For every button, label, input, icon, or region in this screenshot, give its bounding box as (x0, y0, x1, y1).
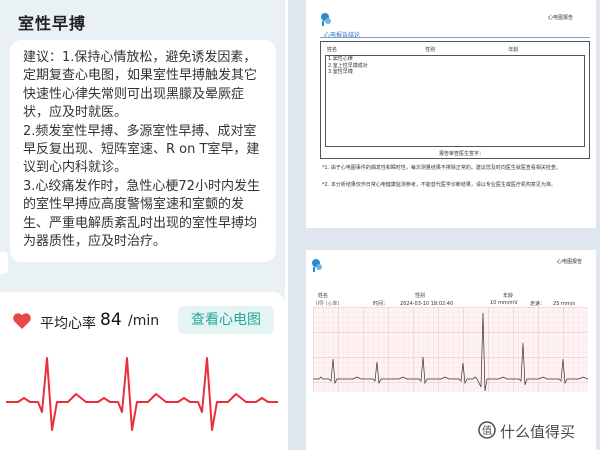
patient-fields: 姓名 性别 年龄 (327, 46, 518, 53)
ecg-lead-label: II导 (心率) (316, 301, 340, 307)
age-field-label: 年龄 (508, 47, 519, 53)
logo-icon (312, 259, 322, 272)
ecg-name-label: 姓名 (318, 293, 329, 299)
logo-icon (321, 13, 331, 26)
view-ecg-button[interactable]: 查看心电图 (178, 306, 274, 334)
conclusion-box: 姓名 性别 年龄 1.窦性心律 2.室上性早搏成对 3.室性早搏 报告审查医生签… (320, 41, 590, 159)
advice-paragraph-2: 2.频发室性早搏、多源室性早搏、成对室早反复出现、短阵室速、R on T室早，建… (23, 123, 260, 176)
ecg-age-label: 年龄 (503, 293, 514, 299)
ecg-speed: 走速： 25 mm/s (530, 300, 575, 307)
advice-paragraph-3: 3.心绞痛发作时，急性心梗72小时内发生的室性早搏应高度警惕室速和室颤的发生、严… (23, 178, 260, 250)
footnote-2: *2. 本分析结果仅作日常心电健康监测参考，不能替代医学诊断结果，请以专业医生或… (322, 182, 556, 188)
avg-heart-rate-value: 84 (100, 310, 122, 330)
report-header-label: 心电图报告 (548, 15, 574, 21)
heart-icon (13, 313, 31, 329)
avg-heart-rate-label: 平均心率 (40, 316, 96, 332)
ecg-gain: 10 mm/mV (490, 300, 518, 306)
advice-paragraph-1: 建议：1.保持心情放松，避免诱发因素，定期复查心电图，如果室性早搏触发其它快速性… (23, 50, 258, 121)
advice-card: 建议：1.保持心情放松，避免诱发因素，定期复查心电图，如果室性早搏触发其它快速性… (10, 40, 276, 262)
ecg-time-label: 时间： 2024-03-10 18:02:40 (373, 300, 453, 307)
ecg-gender-label: 性别 (415, 293, 426, 299)
footnote-1: *1. 由于心电图事件的偶发性和瞬时性，每次测量结果不排除正常的。建议您及时向医… (322, 165, 561, 171)
doctor-signature-label: 报告审查医生签字： (439, 151, 485, 157)
name-field-label: 姓名 (327, 47, 338, 53)
conclusion-item: 3.室性早搏 (328, 69, 353, 75)
scroll-handle[interactable] (0, 252, 8, 274)
ecg-strip (313, 307, 588, 392)
svg-text:值: 值 (482, 424, 492, 437)
watermark-text: 什么值得买 (500, 423, 576, 441)
ecg-waveform (6, 357, 278, 431)
ecg-header-label: 心电图报告 (557, 259, 583, 265)
advice-title: 室性早搏 (18, 14, 87, 33)
heading-divider (320, 37, 590, 38)
avg-heart-rate-unit: /min (128, 313, 160, 329)
conclusion-list: 1.窦性心律 2.室上性早搏成对 3.室性早搏 (325, 55, 585, 147)
gender-field-label: 性别 (425, 47, 436, 53)
watermark-logo-icon: 值 (478, 421, 496, 439)
